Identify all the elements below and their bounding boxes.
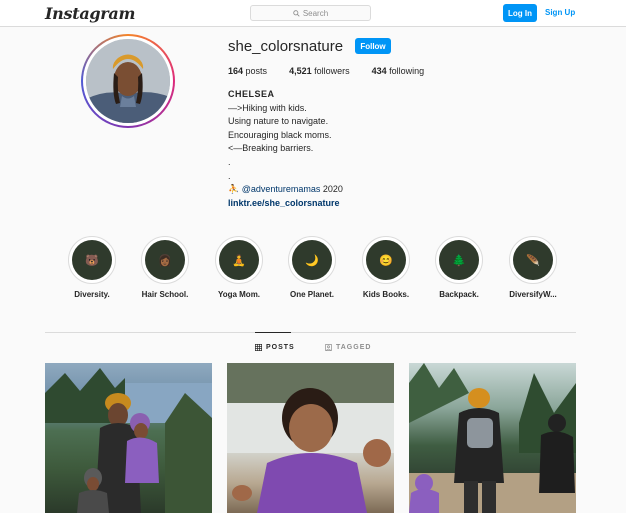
follow-button[interactable]: Follow <box>355 38 391 54</box>
highlight-item[interactable]: 🌲 Backpack. <box>429 236 489 299</box>
post-photo-hikers-lake <box>45 368 212 513</box>
profile-username: she_colorsnature <box>228 38 344 55</box>
bio-website-link[interactable]: linktr.ee/she_colorsnature <box>228 197 343 211</box>
highlight-label: DiversifyW... <box>509 290 557 299</box>
yoga-icon: 🧘 <box>219 240 259 280</box>
tab-posts-label: POSTS <box>266 344 295 351</box>
instagram-logo[interactable]: Instagram <box>45 4 135 23</box>
tree-icon: 🌲 <box>439 240 479 280</box>
profile-avatar[interactable] <box>81 34 175 128</box>
top-navigation-bar: Instagram Search Log In Sign Up <box>0 0 626 27</box>
highlight-item[interactable]: 👩🏾 Hair School. <box>135 236 195 299</box>
bio-line: Using nature to navigate. <box>228 116 329 127</box>
followers-stat[interactable]: 4,521 followers <box>289 66 350 76</box>
posts-stat-label: posts <box>245 66 268 76</box>
highlight-item[interactable]: 🐻 Diversity. <box>62 236 122 299</box>
bio-mention-line: ⛹ @adventuremamas 2020 <box>228 183 343 197</box>
posts-stat: 164 posts <box>228 66 267 76</box>
profile-stats: 164 posts 4,521 followers 434 following <box>228 66 446 76</box>
highlight-item[interactable]: 🧘 Yoga Mom. <box>209 236 269 299</box>
post-thumbnail[interactable] <box>409 363 576 513</box>
search-placeholder: Search <box>302 8 329 18</box>
signup-link[interactable]: Sign Up <box>545 8 575 17</box>
bio-line: Encouraging black moms. <box>228 129 332 140</box>
smiley-icon: 😊 <box>366 240 406 280</box>
following-stat[interactable]: 434 following <box>372 66 425 76</box>
avatar-photo <box>86 39 170 123</box>
bear-icon: 🐻 <box>72 240 112 280</box>
grid-icon <box>255 344 262 351</box>
tag-icon <box>325 344 332 351</box>
profile-bio: CHELSEA —>Hiking with kids. Using nature… <box>228 88 343 210</box>
post-photo-hiking-trail <box>409 363 576 513</box>
bio-mention-link[interactable]: @adventuremamas <box>242 184 321 194</box>
section-divider <box>45 332 576 333</box>
login-button[interactable]: Log In <box>503 4 537 22</box>
search-input[interactable]: Search <box>250 5 371 21</box>
bio-line: . <box>228 170 231 181</box>
tab-tagged-label: TAGGED <box>336 344 372 351</box>
highlight-label: One Planet. <box>289 290 334 299</box>
post-photo-toddler-snow <box>227 363 394 513</box>
highlight-label: Kids Books. <box>362 290 410 299</box>
highlight-label: Diversity. <box>74 290 110 299</box>
bio-line: —>Hiking with kids. <box>228 102 307 113</box>
following-count: 434 <box>371 66 387 76</box>
bio-mention-suffix: 2020 <box>320 184 343 195</box>
bio-name: CHELSEA <box>228 89 275 99</box>
highlight-label: Hair School. <box>141 290 189 299</box>
tab-posts[interactable]: POSTS <box>255 344 295 351</box>
tab-tagged[interactable]: TAGGED <box>325 344 371 351</box>
bio-line: . <box>228 156 231 167</box>
followers-stat-label: followers <box>314 66 350 76</box>
following-stat-label: following <box>389 66 425 76</box>
highlight-item[interactable]: 🌙 One Planet. <box>282 236 342 299</box>
highlight-item[interactable]: 😊 Kids Books. <box>356 236 416 299</box>
avatar-illustration <box>86 39 170 123</box>
search-icon <box>293 9 300 17</box>
hair-icon: 👩🏾 <box>145 240 185 280</box>
highlight-item[interactable]: 🪶 DiversifyW... <box>503 236 563 299</box>
moon-icon: 🌙 <box>292 240 332 280</box>
post-thumbnail[interactable] <box>45 363 212 513</box>
highlight-label: Yoga Mom. <box>217 290 261 299</box>
feather-icon: 🪶 <box>513 240 553 280</box>
followers-count: 4,521 <box>289 66 312 76</box>
post-thumbnail[interactable] <box>227 363 394 513</box>
highlight-label: Backpack. <box>439 290 479 299</box>
active-tab-indicator <box>255 332 291 333</box>
person-icon: ⛹ <box>228 184 242 195</box>
posts-count: 164 <box>228 66 244 76</box>
story-highlights: 🐻 Diversity. 👩🏾 Hair School. 🧘 Yoga Mom.… <box>62 236 582 306</box>
bio-line: <—Breaking barriers. <box>228 143 314 154</box>
